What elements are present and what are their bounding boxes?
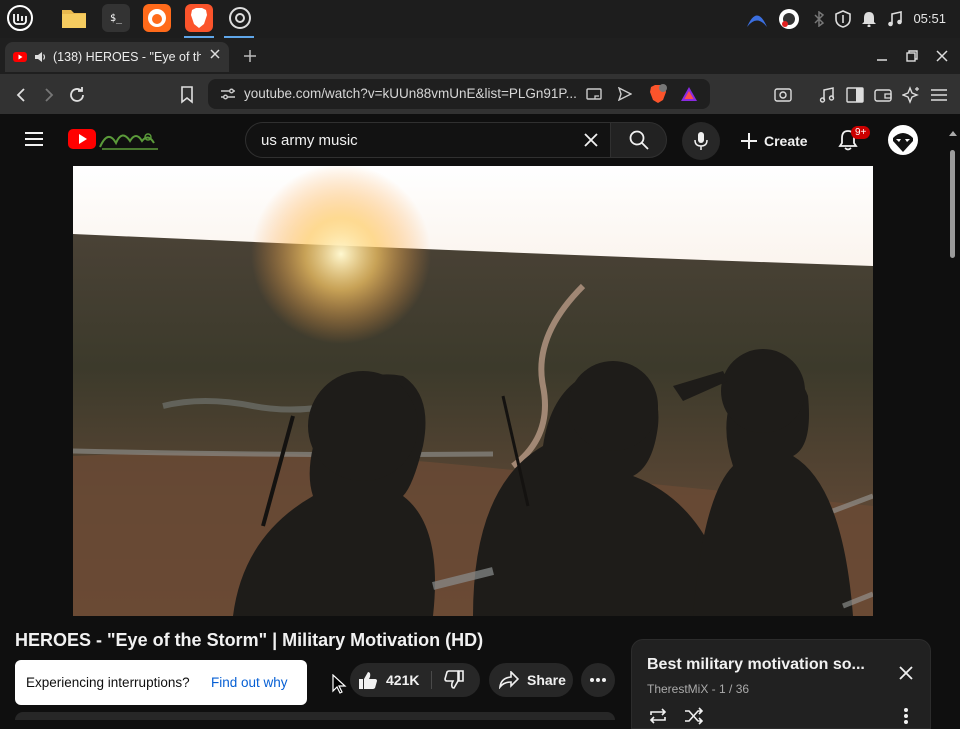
more-actions-button[interactable] [581, 663, 615, 697]
share-icon [499, 671, 519, 689]
page-scrollbar[interactable] [946, 128, 958, 718]
like-divider [431, 671, 432, 689]
like-count[interactable]: 421K [386, 672, 419, 688]
wallet-icon[interactable] [872, 84, 894, 106]
back-icon[interactable] [10, 84, 32, 106]
scroll-up-icon[interactable] [949, 130, 957, 136]
vpn-icon[interactable] [746, 8, 768, 30]
mint-menu-icon[interactable] [6, 4, 34, 32]
active-tab[interactable]: (138) HEROES - "Eye of the Storm" | Mili… [5, 42, 229, 72]
minimize-icon[interactable] [872, 46, 892, 66]
close-playlist-icon[interactable] [899, 666, 913, 680]
tab-title: (138) HEROES - "Eye of the Storm" | Mili… [53, 50, 201, 64]
notification-bell-icon[interactable] [858, 8, 880, 30]
description-box[interactable] [15, 712, 615, 720]
shield-icon[interactable] [832, 8, 854, 30]
clock[interactable]: 05:51 [913, 11, 946, 26]
playlist-more-icon[interactable] [904, 708, 908, 724]
share-button[interactable]: Share [489, 663, 573, 697]
interruption-text: Experiencing interruptions? [26, 675, 190, 690]
site-settings-icon[interactable] [220, 87, 236, 101]
firefox-icon[interactable] [143, 4, 171, 32]
playlist-panel: Best military motivation so... TherestMi… [631, 639, 931, 729]
cast-icon[interactable] [586, 86, 602, 102]
brave-rewards-icon[interactable] [680, 86, 698, 102]
media-icon[interactable] [816, 84, 838, 106]
thumbs-up-icon [359, 672, 377, 689]
new-tab-icon[interactable] [240, 46, 260, 66]
taskbar: $_ 05:51 [0, 0, 960, 38]
like-button[interactable] [358, 670, 378, 690]
thumbs-down-icon [444, 670, 464, 689]
music-note-icon[interactable] [884, 8, 906, 30]
brave-icon[interactable] [185, 4, 213, 32]
close-window-icon[interactable] [932, 46, 952, 66]
plus-icon [741, 133, 757, 149]
dislike-button[interactable] [444, 670, 464, 690]
notification-count-badge: 9+ [851, 126, 871, 139]
screenshot-icon[interactable] [772, 84, 794, 106]
search-icon [629, 130, 649, 150]
restore-icon[interactable] [902, 46, 922, 66]
send-icon[interactable] [618, 87, 632, 101]
obs-icon[interactable] [226, 4, 254, 32]
browser-toolbar: youtube.com/watch?v=kUUn88vmUnE&list=PLG… [0, 74, 960, 114]
leo-ai-icon[interactable] [900, 84, 922, 106]
folder-icon[interactable] [60, 4, 88, 32]
mouse-cursor-icon [332, 674, 348, 694]
voice-search-button[interactable] [682, 122, 720, 160]
playlist-title[interactable]: Best military motivation so... [647, 656, 865, 674]
interruption-toast: Experiencing interruptions? Find out why [15, 660, 307, 705]
sidebar-icon[interactable] [844, 84, 866, 106]
address-bar[interactable]: youtube.com/watch?v=kUUn88vmUnE&list=PLG… [208, 79, 710, 109]
close-tab-icon[interactable] [209, 48, 221, 60]
bluetooth-icon[interactable] [808, 8, 830, 30]
scrollbar-thumb[interactable] [950, 150, 955, 258]
avatar[interactable] [887, 124, 919, 156]
reload-icon[interactable] [66, 84, 88, 106]
video-title: HEROES - "Eye of the Storm" | Military M… [15, 630, 484, 650]
create-label: Create [764, 133, 808, 149]
menu-icon[interactable] [928, 84, 950, 106]
find-out-why-link[interactable]: Find out why [211, 675, 288, 690]
like-dislike-group: 421K [350, 663, 480, 697]
playlist-subtitle[interactable]: TherestMiX - 1 / 36 [647, 682, 749, 696]
youtube-page: us army music Create 9+ HEROES - "Eye of… [0, 114, 960, 729]
search-box[interactable]: us army music [245, 122, 611, 158]
video-frame [73, 166, 873, 616]
guide-menu-icon[interactable] [24, 131, 44, 147]
create-button[interactable]: Create [740, 126, 808, 156]
clear-search-icon[interactable] [583, 132, 599, 148]
youtube-favicon-icon [13, 52, 27, 62]
speaker-icon[interactable] [33, 50, 47, 64]
share-label: Share [527, 672, 566, 688]
loop-playlist-icon[interactable] [648, 707, 668, 725]
youtube-doodle-icon[interactable] [98, 127, 162, 151]
microphone-icon [694, 132, 708, 150]
more-horizontal-icon [590, 678, 606, 682]
video-player[interactable] [73, 166, 873, 616]
terminal-icon[interactable]: $_ [102, 4, 130, 32]
search-button[interactable] [610, 122, 667, 158]
url-text: youtube.com/watch?v=kUUn88vmUnE&list=PLG… [244, 86, 577, 101]
bookmark-icon[interactable] [176, 84, 198, 106]
search-input[interactable]: us army music [261, 132, 358, 149]
shuffle-icon[interactable] [684, 707, 704, 725]
brave-shields-icon[interactable] [648, 84, 668, 104]
forward-icon[interactable] [38, 84, 60, 106]
tab-strip: (138) HEROES - "Eye of the Storm" | Mili… [0, 38, 960, 74]
youtube-logo-icon[interactable] [68, 129, 96, 149]
obs-tray-icon[interactable] [778, 8, 800, 30]
